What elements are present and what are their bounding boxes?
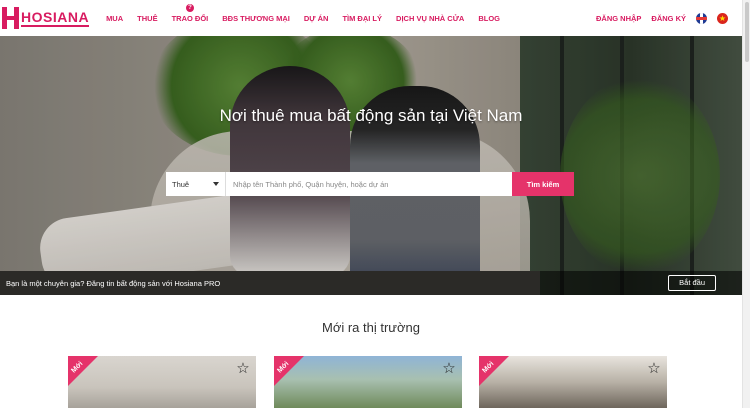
nav-item-bds-thuong-mai[interactable]: BĐS THƯƠNG MẠI [215, 14, 297, 23]
star-outline-icon[interactable]: ☆ [647, 361, 661, 376]
vietnam-flag-icon[interactable]: ★ [717, 12, 728, 24]
top-header: HOSIANA MUA THUÊ ? TRAO ĐỔI BĐS THƯƠNG M… [0, 0, 742, 36]
star-outline-icon[interactable]: ☆ [442, 361, 456, 376]
nav-item-label: TRAO ĐỔI [171, 13, 209, 23]
account-nav: ĐĂNG NHẬP ĐĂNG KÝ ★ [596, 0, 728, 36]
help-badge-icon: ? [185, 3, 194, 12]
listing-card[interactable]: Mới ☆ [68, 356, 256, 408]
nav-item-trao-doi[interactable]: ? TRAO ĐỔI [165, 3, 216, 23]
nav-item-mua[interactable]: MUA [99, 14, 130, 23]
hero-banner: Nơi thuê mua bất động sản tại Việt Nam T… [0, 36, 742, 295]
listing-card[interactable]: Mới ☆ [274, 356, 462, 408]
register-link[interactable]: ĐĂNG KÝ [651, 14, 686, 23]
logo[interactable]: HOSIANA [2, 7, 90, 29]
logo-text: HOSIANA [21, 8, 90, 27]
nav-item-tim-dai-ly[interactable]: TÌM ĐẠI LÝ [335, 14, 389, 23]
chevron-down-icon [213, 182, 219, 186]
nav-item-du-an[interactable]: DỰ ÁN [297, 14, 336, 23]
search-input[interactable] [226, 172, 512, 196]
nav-item-blog[interactable]: BLOG [471, 14, 507, 23]
star-outline-icon[interactable]: ☆ [236, 361, 250, 376]
login-link[interactable]: ĐĂNG NHẬP [596, 14, 641, 23]
pro-banner-text: Bạn là một chuyên gia? Đăng tin bất động… [6, 278, 221, 288]
listing-type-select[interactable]: Thuê [166, 172, 226, 196]
uk-flag-icon[interactable] [696, 12, 707, 24]
scrollbar[interactable] [742, 0, 750, 408]
search-bar: Thuê Tìm kiếm [166, 172, 574, 196]
nav-item-dich-vu-nha-cua[interactable]: DỊCH VỤ NHÀ CỬA [389, 14, 471, 23]
listing-card[interactable]: Mới ☆ [479, 356, 667, 408]
nav-item-thue[interactable]: THUÊ [130, 14, 164, 23]
logo-mark [2, 7, 20, 29]
hero-overlay [0, 36, 742, 295]
page: HOSIANA MUA THUÊ ? TRAO ĐỔI BĐS THƯƠNG M… [0, 0, 750, 408]
pro-banner: Bạn là một chuyên gia? Đăng tin bất động… [0, 271, 742, 295]
start-button[interactable]: Bắt đầu [668, 275, 716, 291]
section-title: Mới ra thị trường [322, 320, 420, 335]
hero-title: Nơi thuê mua bất động sản tại Việt Nam [219, 106, 523, 125]
search-button[interactable]: Tìm kiếm [512, 172, 574, 196]
scrollbar-thumb[interactable] [745, 2, 749, 62]
listing-type-value: Thuê [172, 179, 190, 189]
main-nav: MUA THUÊ ? TRAO ĐỔI BĐS THƯƠNG MẠI DỰ ÁN… [99, 3, 507, 23]
